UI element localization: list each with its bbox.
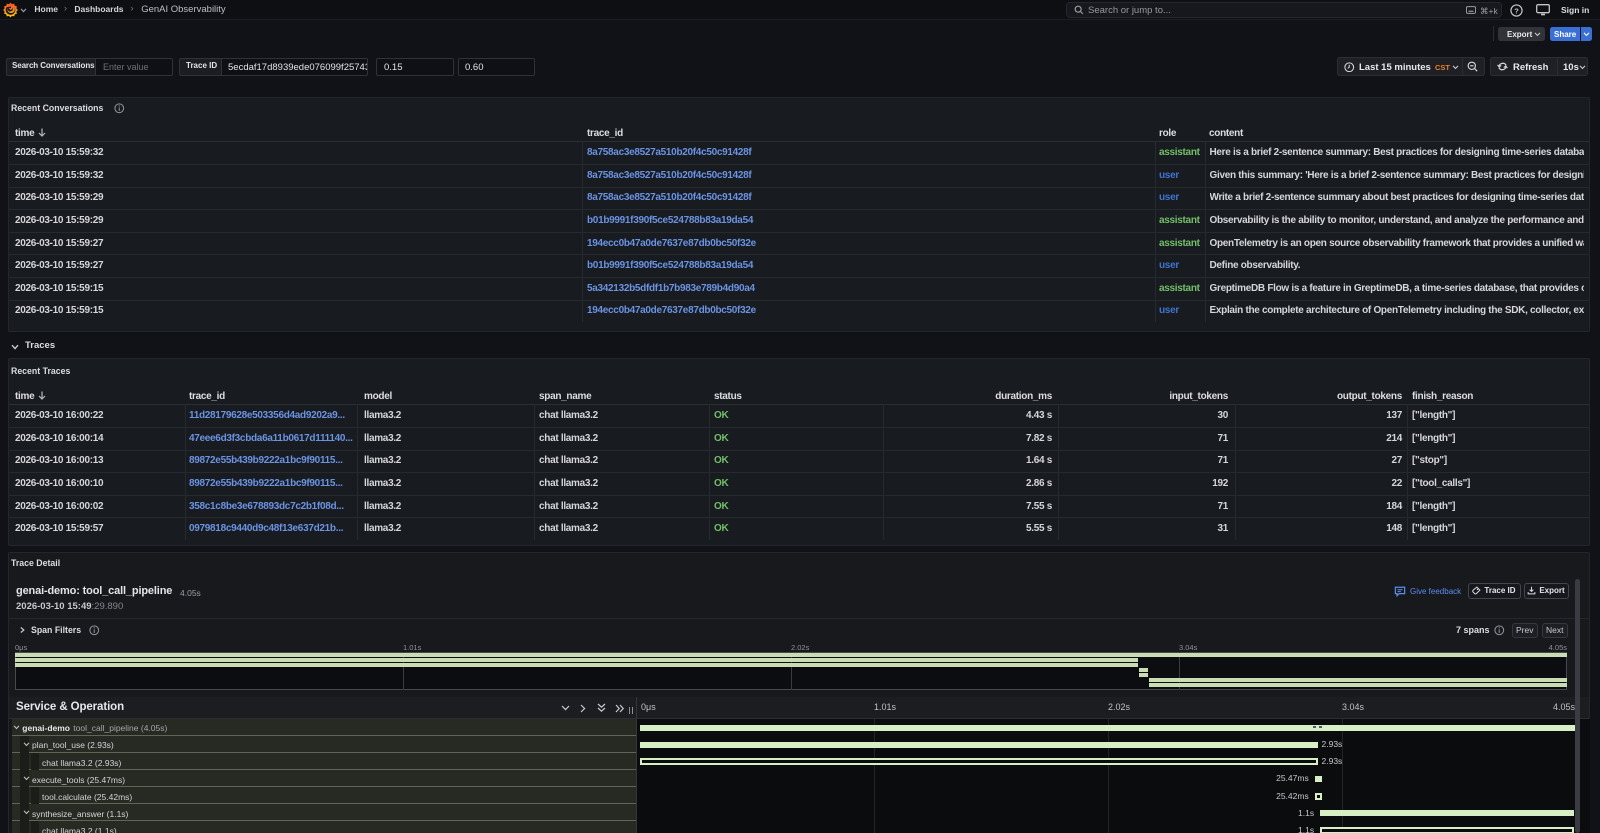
svg-text:?: ? — [1514, 6, 1519, 15]
